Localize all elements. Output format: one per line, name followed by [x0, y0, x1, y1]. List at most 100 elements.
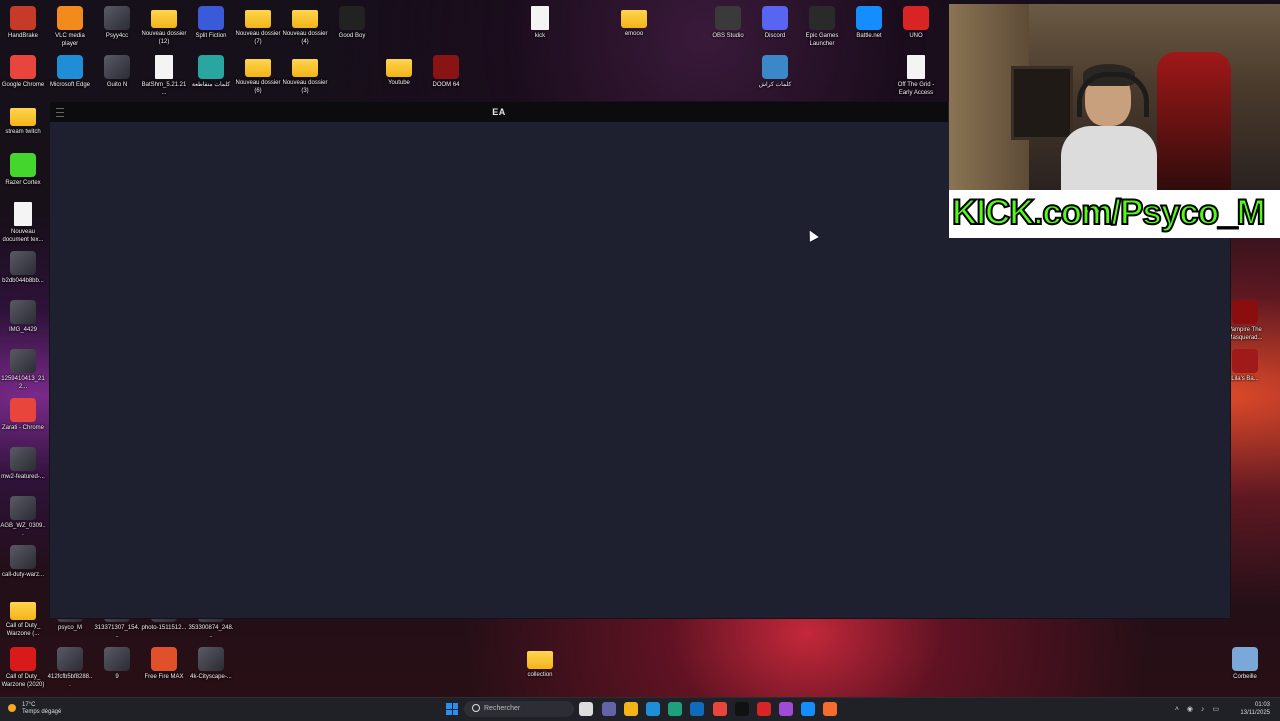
desktop-icon-label: emooo	[624, 31, 644, 37]
file-explorer-icon[interactable]	[624, 702, 638, 716]
folder-icon	[245, 59, 271, 77]
gaming-chair	[1157, 52, 1231, 190]
document-icon	[907, 55, 925, 79]
desktop-icon-icons_top-2[interactable]: Psyy4cc	[94, 6, 140, 40]
desktop-icon-label: Nouveau dossier (7)	[235, 31, 281, 45]
desktop-icon-icons_top_row2-0[interactable]: Google Chrome	[0, 55, 46, 89]
messenger-icon[interactable]	[779, 702, 793, 716]
desktop-icon-icons_left-9[interactable]: call-duty-warz...	[0, 545, 46, 579]
desktop-icon-icons_bottom-6[interactable]: Free Fire MAX	[141, 647, 187, 681]
desktop-icon-icons_left-1[interactable]: Razer Cortex	[0, 153, 46, 187]
taskbar-search[interactable]: Rechercher	[464, 701, 574, 717]
app-icon	[1232, 349, 1258, 373]
desktop-icon-icons_left-11[interactable]: Call of Duty_ Warzone (2020)	[0, 647, 46, 689]
app-icon	[809, 6, 835, 30]
system-tray[interactable]: ˄ ◉ ♪ ▭	[1175, 705, 1222, 713]
desktop-icon-label: VLC media player	[55, 33, 85, 47]
chrome-icon[interactable]	[713, 702, 727, 716]
desktop-icon-icons_top_row2-1[interactable]: Microsoft Edge	[47, 55, 93, 89]
desktop-icon-icons_mid-4[interactable]: OBS Studio	[705, 6, 751, 40]
desktop-icon-label: stream twitch	[5, 129, 41, 135]
ea-titlebar[interactable]: EA	[50, 102, 948, 122]
desktop-icon-label: Nouveau dossier (12)	[141, 31, 187, 45]
document-icon	[155, 55, 173, 79]
desktop-icon-icons_mid-0[interactable]: kick	[517, 6, 563, 40]
desktop-icon-icons_top_row2-3[interactable]: BatShm_5.21.21...	[141, 55, 187, 97]
desktop-icon-icons_top-5[interactable]: Nouveau dossier (7)	[235, 6, 281, 46]
edge-icon[interactable]	[668, 702, 682, 716]
image-icon	[104, 647, 130, 671]
desktop-icon-label: Good Boy	[338, 33, 366, 39]
desktop-icon-icons_left-6[interactable]: Zarati - Chrome	[0, 398, 46, 432]
outlook-icon[interactable]	[690, 702, 704, 716]
image-icon	[10, 496, 36, 520]
app-icon	[10, 6, 36, 30]
desktop-icon-icons_mid-3[interactable]: DOOM 64	[423, 55, 469, 89]
desktop-icon-label: 313371307_154...	[94, 625, 140, 639]
desktop-icon-icons_top-0[interactable]: HandBrake	[0, 6, 46, 40]
desktop-icon-icons_top-3[interactable]: Nouveau dossier (12)	[141, 6, 187, 46]
desktop-icon-icons_mid-7[interactable]: Battle.net	[846, 6, 892, 40]
desktop-icon-icons_left-5[interactable]: 1259410413_212...	[0, 349, 46, 391]
desktop-icon-icons_left-2[interactable]: Nouveau document tex...	[0, 202, 46, 244]
image-icon	[10, 447, 36, 471]
teams-icon[interactable]	[602, 702, 616, 716]
desktop-icon-icons_mid-10[interactable]: Off The Grid - Early Access	[893, 55, 939, 97]
desktop-icon-icons_mid-9[interactable]: كلمات كراش	[752, 55, 798, 89]
store-icon[interactable]	[646, 702, 660, 716]
desktop-icon-icons_top-4[interactable]: Split Fiction	[188, 6, 234, 40]
desktop-icon-icons_top_row2-5[interactable]: Nouveau dossier (6)	[235, 55, 281, 95]
app-icon	[856, 6, 882, 30]
capcut-icon[interactable]	[735, 702, 749, 716]
desktop-icon-icons_top_row2-2[interactable]: Guito N	[94, 55, 140, 89]
desktop-icon-icons_left-10[interactable]: Call of Duty_ Warzone (...	[0, 598, 46, 638]
weather-widget[interactable]: 17°C Temps dégagé	[8, 702, 61, 716]
desktop-icon-icons_top_row2-4[interactable]: كلمات متقاطعة	[188, 55, 234, 89]
desktop-icon-label: AGB_WZ_0309...	[0, 523, 46, 537]
folder-icon	[151, 10, 177, 28]
desktop-icon-label: Battle.net	[856, 33, 882, 39]
desktop-icon-icons_bottom-7[interactable]: 4k-Cityscape-...	[188, 647, 234, 681]
desktop-icon-label: UNO	[909, 33, 923, 39]
desktop-icon-label: IMG_4429	[8, 327, 38, 333]
image-icon	[10, 545, 36, 569]
desktop-icon-label: BatShm_5.21.21...	[141, 82, 187, 96]
desktop-icon-icons_top-6[interactable]: Nouveau dossier (4)	[282, 6, 328, 46]
desktop-icon-label: Zarati - Chrome	[1, 425, 44, 431]
folder-icon	[527, 651, 553, 669]
desktop-icon-icons_top-7[interactable]: Good Boy	[329, 6, 375, 40]
desktop-icon-icons_left-3[interactable]: b2db044b8bb...	[0, 251, 46, 285]
desktop-icon-icons_mid-6[interactable]: Epic Games Launcher	[799, 6, 845, 48]
folder-icon	[10, 602, 36, 620]
windows-start-icon[interactable]	[446, 703, 458, 715]
desktop-icon-label: Nouveau dossier (4)	[282, 31, 328, 45]
clock[interactable]: 01:03 13/11/2025	[1240, 701, 1270, 717]
desktop-icon-icons_bottom-5[interactable]: 9	[94, 647, 140, 681]
desktop-icon-icons_left-8[interactable]: AGB_WZ_0309...	[0, 496, 46, 538]
desktop-icon-label: 9	[115, 674, 119, 680]
desktop-icon-icons_left-0[interactable]: stream twitch	[0, 104, 46, 136]
desktop-icon-icons_right-2[interactable]: Corbeille	[1222, 647, 1268, 681]
desktop-icon-icons_mid-1[interactable]: emooo	[611, 6, 657, 38]
image-icon	[10, 300, 36, 324]
desktop-icon-icons_bottom-4[interactable]: 412fcfb5bf8288...	[47, 647, 93, 689]
desktop-icon-label: Nouveau document tex...	[2, 229, 44, 243]
desktop-icon-icons_left-7[interactable]: mw2-featured-...	[0, 447, 46, 481]
desktop-icon-icons_mid-2[interactable]: Youtube	[376, 55, 422, 87]
search-placeholder: Rechercher	[484, 705, 521, 712]
task-view-icon[interactable]	[579, 702, 593, 716]
app-icon	[762, 55, 788, 79]
desktop-icon-icons_top_row2-6[interactable]: Nouveau dossier (3)	[282, 55, 328, 95]
desktop-icon-label: kick	[534, 33, 546, 39]
desktop-icon-icons_mid-8[interactable]: UNO	[893, 6, 939, 40]
desktop-icon-icons_top-1[interactable]: VLC media player	[47, 6, 93, 48]
redapp-icon[interactable]	[757, 702, 771, 716]
desktop-icon-icons_left-4[interactable]: IMG_4429	[0, 300, 46, 334]
desktop-icon-icons_mid-5[interactable]: Discord	[752, 6, 798, 40]
battlenet-icon[interactable]	[801, 702, 815, 716]
desktop-icon-icons_bottom-8[interactable]: collection	[517, 647, 563, 679]
app-icon	[1232, 647, 1258, 671]
clock-time: 01:03	[1254, 702, 1270, 708]
origin-icon[interactable]	[823, 702, 837, 716]
clock-date: 13/11/2025	[1240, 710, 1270, 716]
